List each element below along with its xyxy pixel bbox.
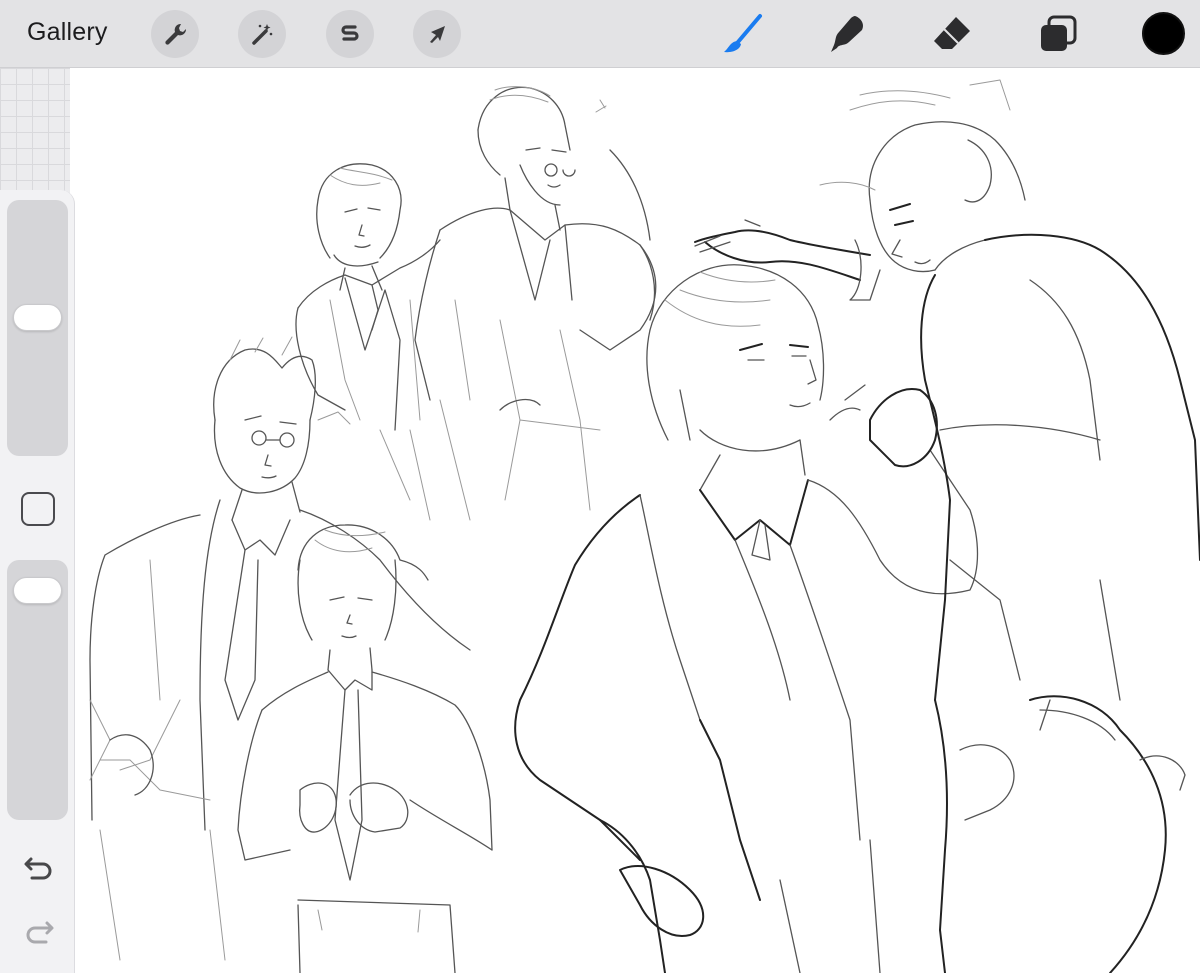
- brush-button[interactable]: [720, 12, 764, 56]
- sketch-figure-right: [819, 79, 1200, 973]
- redo-arrow-icon: [26, 921, 54, 944]
- sketch-figure-back-left: [295, 163, 471, 521]
- adjustments-button[interactable]: [238, 10, 286, 58]
- drawing-canvas[interactable]: [70, 68, 1200, 973]
- modify-button[interactable]: [21, 492, 55, 526]
- sketch-artwork: [89, 79, 1200, 973]
- arrow-cursor-icon: [430, 26, 445, 43]
- selection-button[interactable]: [326, 10, 374, 58]
- brush-size-thumb[interactable]: [13, 303, 62, 331]
- transform-button[interactable]: [413, 10, 461, 58]
- selection-s-icon: [341, 25, 359, 41]
- smudge-button[interactable]: [825, 12, 869, 56]
- undo-button[interactable]: [20, 852, 58, 884]
- color-picker-button[interactable]: [1142, 12, 1185, 55]
- wrench-icon: [165, 23, 187, 45]
- actions-button[interactable]: [151, 10, 199, 58]
- layers-button[interactable]: [1036, 12, 1080, 56]
- eraser-button[interactable]: [930, 12, 974, 56]
- opacity-thumb[interactable]: [13, 577, 62, 605]
- layers-icon: [1041, 15, 1077, 51]
- sketch-figure-front-left: [89, 336, 471, 961]
- smudge-icon: [831, 16, 864, 52]
- sidebar: [0, 190, 75, 973]
- eraser-icon: [934, 17, 970, 49]
- top-toolbar: Gallery: [0, 0, 1200, 68]
- undo-arrow-icon: [24, 857, 52, 880]
- redo-button[interactable]: [20, 916, 58, 948]
- sketch-figure-front-middle: [514, 264, 979, 973]
- gallery-button[interactable]: Gallery: [27, 18, 108, 47]
- sketch-raised-arm: [694, 219, 881, 301]
- magic-wand-icon: [252, 24, 273, 45]
- sketch-figure-front-small: [237, 524, 493, 973]
- brush-icon: [724, 14, 762, 53]
